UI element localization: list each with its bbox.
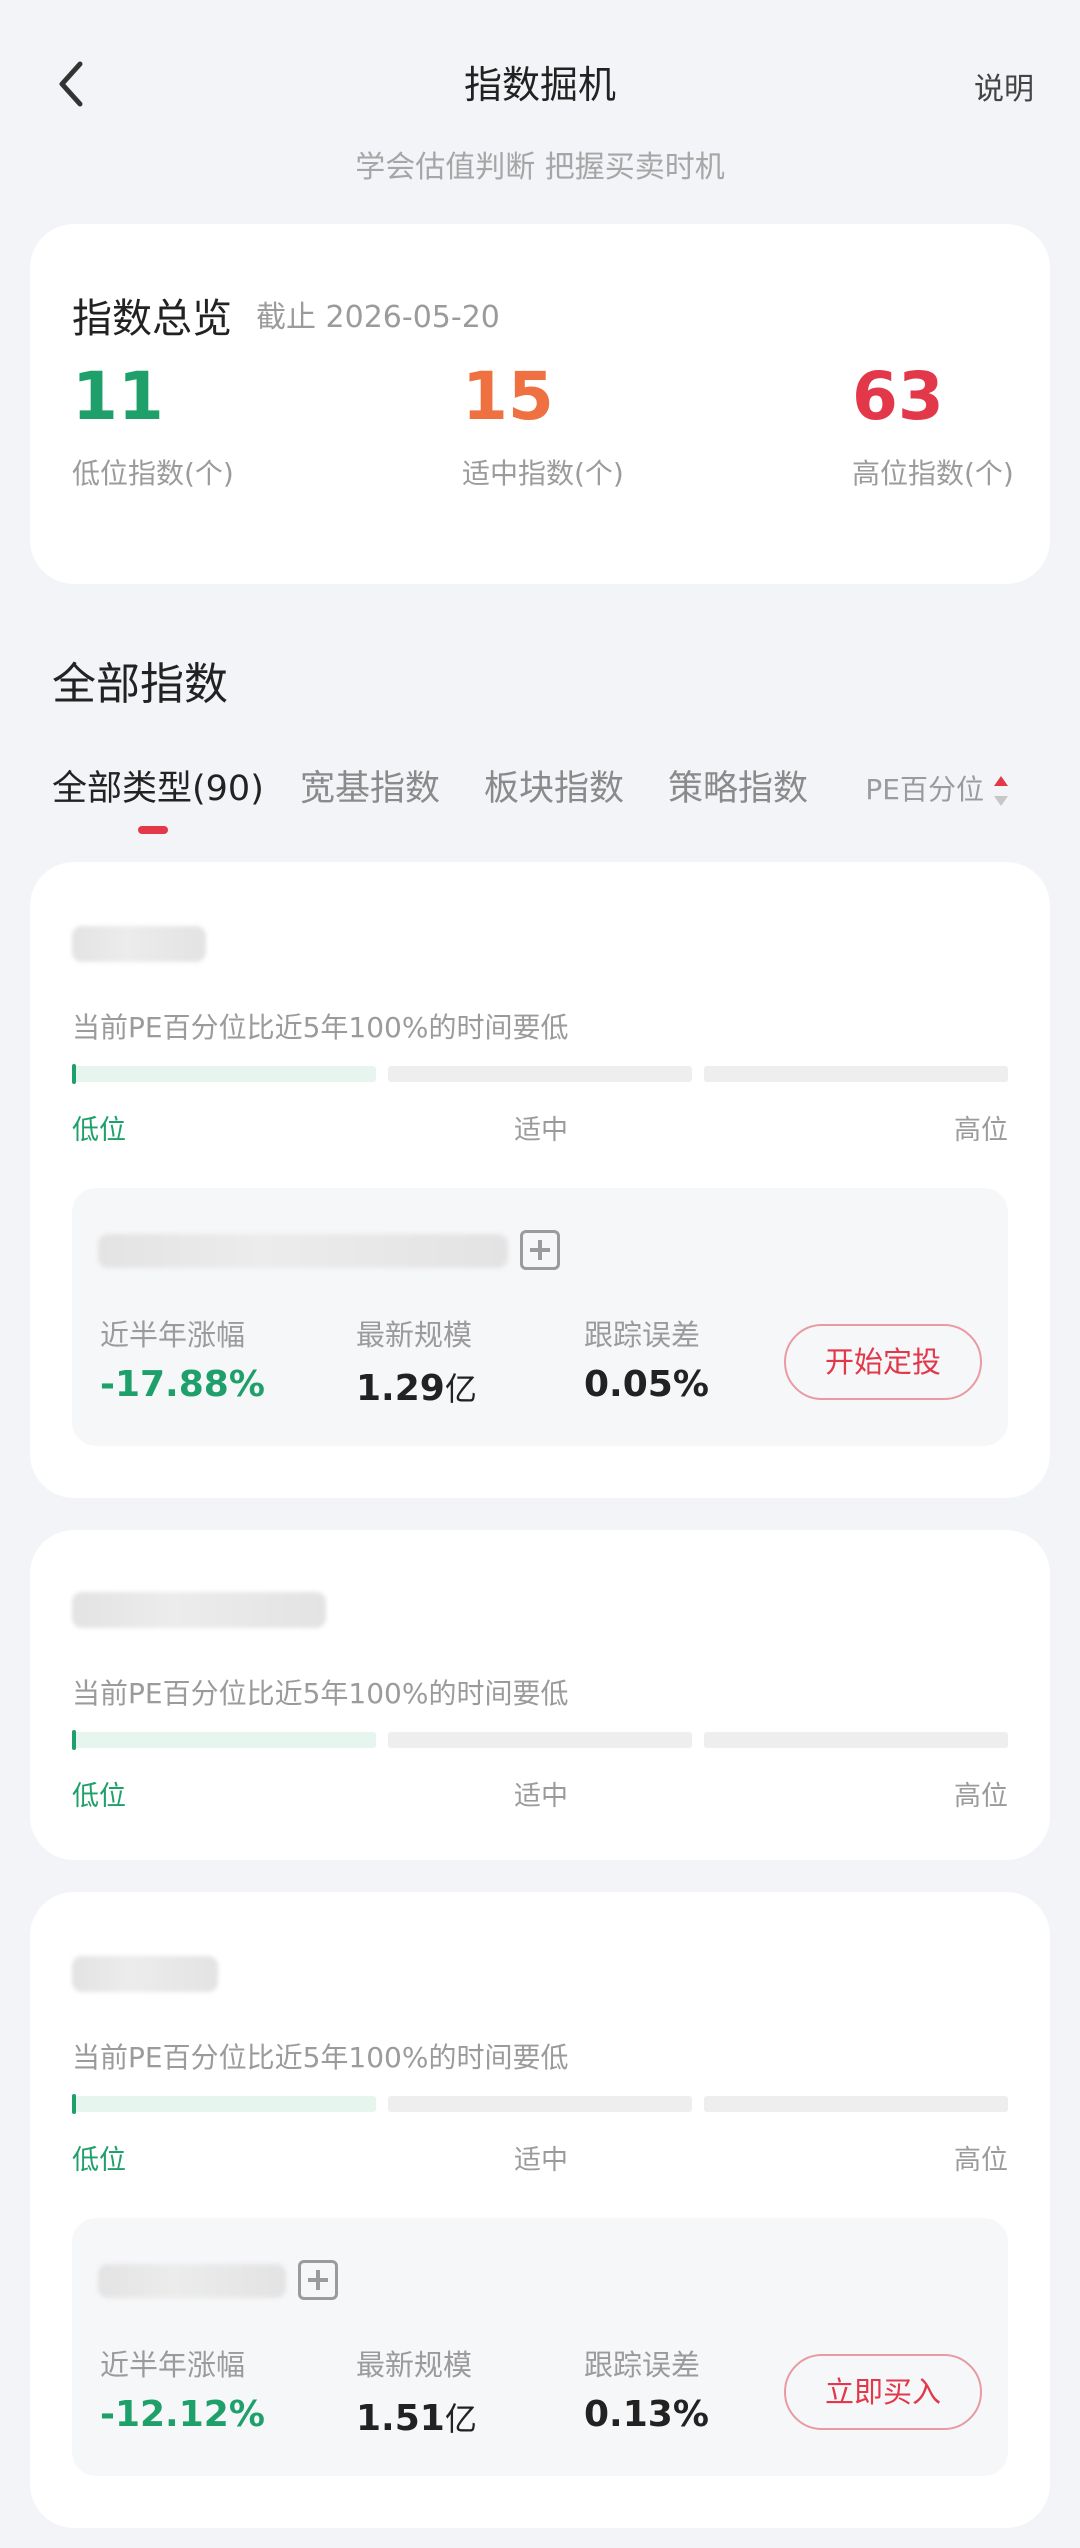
tracking-error-value: 0.13% (584, 2394, 709, 2435)
level-bar-high (704, 1732, 1008, 1748)
scale-label: 最新规模 (356, 2348, 473, 2382)
buy-now-button[interactable]: 立即买入 (784, 2354, 982, 2430)
overview-date: 截止 2026-05-20 (256, 300, 500, 335)
level-bar-low (72, 2094, 376, 2114)
help-button[interactable]: 说明 (974, 64, 1034, 108)
tab-indicator (138, 826, 168, 834)
level-label-low: 低位 (72, 1115, 126, 1146)
stat-high-value: 63 (852, 358, 944, 435)
level-label-high: 高位 (954, 1115, 1008, 1146)
fund-name-blurred (98, 2264, 286, 2298)
sort-arrows-icon (992, 776, 1010, 806)
level-marker (72, 2094, 76, 2114)
level-label-low: 低位 (72, 1781, 126, 1812)
sort-label: PE百分位 (865, 773, 984, 806)
scale-number: 1.29 (356, 1368, 445, 1409)
index-desc: 当前PE百分位比近5年100%的时间要低 (72, 1011, 569, 1044)
level-bar-mid (388, 1732, 692, 1748)
half-year-value: -12.12% (100, 2394, 265, 2435)
index-desc: 当前PE百分位比近5年100%的时间要低 (72, 2041, 569, 2074)
stat-high[interactable]: 63 高位指数(个) (852, 364, 1014, 492)
index-name-blurred (72, 926, 206, 962)
level-bar-mid (388, 2096, 692, 2112)
stat-low-label: 低位指数(个) (72, 457, 234, 490)
stat-mid-value: 15 (462, 358, 554, 435)
level-marker (72, 1064, 76, 1084)
half-year-value: -17.88% (100, 1364, 265, 1405)
tab-broad[interactable]: 宽基指数 (300, 760, 440, 811)
add-watchlist-icon[interactable] (520, 1230, 560, 1270)
stat-mid[interactable]: 15 适中指数(个) (462, 364, 624, 492)
stat-low[interactable]: 11 低位指数(个) (72, 364, 234, 492)
fund-panel[interactable]: 近半年涨幅 最新规模 跟踪误差 -17.88% 1.29亿 0.05% 开始定投 (72, 1188, 1008, 1446)
fund-name-blurred (98, 1234, 508, 1268)
tracking-error-value: 0.05% (584, 1364, 709, 1405)
tab-all[interactable]: 全部类型(90) (52, 760, 264, 811)
level-marker (72, 1730, 76, 1750)
index-name-blurred (72, 1956, 218, 1992)
level-label-mid: 适中 (514, 1115, 568, 1146)
section-title: 全部指数 (52, 659, 228, 710)
half-year-label: 近半年涨幅 (100, 2348, 246, 2382)
tracking-error-label: 跟踪误差 (584, 2348, 701, 2382)
level-label-mid: 适中 (514, 1781, 568, 1812)
index-name-blurred (72, 1592, 326, 1628)
fund-panel[interactable]: 近半年涨幅 最新规模 跟踪误差 -12.12% 1.51亿 0.13% 立即买入 (72, 2218, 1008, 2476)
level-bar-high (704, 2096, 1008, 2112)
level-bar-mid (388, 1066, 692, 1082)
level-bar-high (704, 1066, 1008, 1082)
half-year-label: 近半年涨幅 (100, 1318, 246, 1352)
scale-unit: 亿 (444, 2400, 477, 2438)
level-bar-low (72, 1730, 376, 1750)
scale-value: 1.51亿 (356, 2394, 477, 2440)
tracking-error-label: 跟踪误差 (584, 1318, 701, 1352)
level-label-low: 低位 (72, 2145, 126, 2176)
scale-label: 最新规模 (356, 1318, 473, 1352)
stat-high-label: 高位指数(个) (852, 457, 1014, 490)
page-subtitle: 学会估值判断 把握买卖时机 (355, 150, 725, 185)
header: 指数掘机 说明 学会估值判断 把握买卖时机 (0, 0, 1080, 185)
scale-unit: 亿 (444, 1370, 477, 1408)
level-label-high: 高位 (954, 2145, 1008, 2176)
index-card[interactable]: 当前PE百分位比近5年100%的时间要低 低位 适中 高位 (30, 1530, 1050, 1860)
scale-value: 1.29亿 (356, 1364, 477, 1410)
scale-number: 1.51 (356, 2398, 445, 2439)
index-card[interactable]: 当前PE百分位比近5年100%的时间要低 低位 适中 高位 近半年涨幅 最新规模… (30, 1892, 1050, 2528)
index-desc: 当前PE百分位比近5年100%的时间要低 (72, 1677, 569, 1710)
level-bar-low (72, 1064, 376, 1084)
overview-title: 指数总览 (72, 296, 232, 342)
add-watchlist-icon[interactable] (298, 2260, 338, 2300)
page: 指数掘机 说明 学会估值判断 把握买卖时机 指数总览 截止 2026-05-20… (0, 0, 1080, 2548)
tab-strategy[interactable]: 策略指数 (668, 760, 808, 811)
level-label-high: 高位 (954, 1781, 1008, 1812)
tab-sector[interactable]: 板块指数 (484, 760, 624, 811)
sort-pe-percentile[interactable]: PE百分位 (865, 768, 1010, 808)
stat-low-value: 11 (72, 358, 164, 435)
level-label-mid: 适中 (514, 2145, 568, 2176)
page-title: 指数掘机 (463, 63, 616, 107)
category-tabs: 全部类型(90) 宽基指数 板块指数 策略指数 PE百分位 (52, 760, 1052, 840)
index-card[interactable]: 当前PE百分位比近5年100%的时间要低 低位 适中 高位 近半年涨幅 最新规模… (30, 862, 1050, 1498)
overview-card: 指数总览 截止 2026-05-20 11 低位指数(个) 15 适中指数(个)… (30, 224, 1050, 584)
start-auto-invest-button[interactable]: 开始定投 (784, 1324, 982, 1400)
stat-mid-label: 适中指数(个) (462, 457, 624, 490)
